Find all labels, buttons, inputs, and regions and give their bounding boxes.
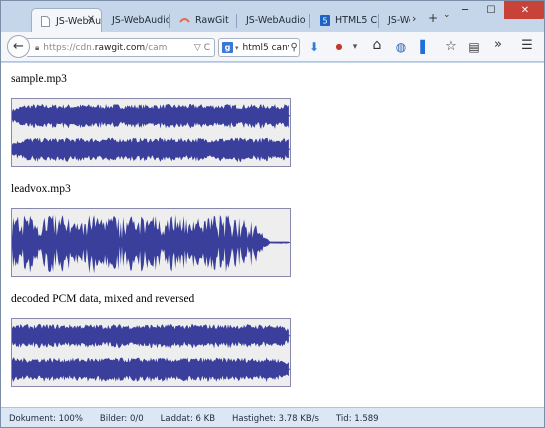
reload-icon[interactable]: ▽ C bbox=[194, 43, 210, 53]
back-arrow-icon: ← bbox=[13, 39, 24, 54]
waveform-sample bbox=[11, 98, 291, 167]
tab-html5[interactable]: 5 HTML5 C... bbox=[311, 9, 379, 32]
tab-js-webaudio-6[interactable]: JS-We bbox=[380, 9, 410, 32]
status-loaded: Laddat: 6 KB bbox=[160, 413, 216, 424]
bookmark-star-icon[interactable]: ☆ bbox=[443, 40, 459, 54]
tab-scroll-right-icon[interactable]: › bbox=[412, 12, 416, 25]
search-engine-dropdown-icon[interactable]: ▾ bbox=[235, 44, 239, 52]
addon-icon[interactable]: ◍ bbox=[393, 40, 409, 54]
section-label-sample: sample.mp3 bbox=[11, 73, 67, 85]
tab-label: JS-WebAudio bbox=[112, 15, 170, 26]
navigation-toolbar: 🔒︎ https://cdn.rawgit.com/cambiata/Hx ▽ … bbox=[1, 32, 544, 62]
section-label-leadvox: leadvox.mp3 bbox=[11, 183, 71, 195]
url-bar[interactable]: 🔒︎ https://cdn.rawgit.com/cambiata/Hx ▽ … bbox=[27, 38, 215, 57]
download-icon[interactable]: ⬇ bbox=[306, 40, 322, 54]
waveform-channel bbox=[12, 137, 289, 163]
tab-separator bbox=[309, 14, 310, 28]
waveform-channel bbox=[12, 104, 289, 129]
tab-list-icon[interactable]: ⌄ bbox=[443, 10, 451, 20]
tab-separator bbox=[169, 14, 170, 28]
google-search-icon[interactable]: g bbox=[222, 42, 233, 53]
status-bar: Dokument: 100% Bilder: 0/0 Laddat: 6 KB … bbox=[1, 407, 544, 427]
url-text: https://cdn.rawgit.com/cambiata/Hx bbox=[43, 42, 168, 53]
waveform-channel bbox=[12, 357, 289, 383]
section-label-decoded-pcm: decoded PCM data, mixed and reversed bbox=[11, 293, 195, 305]
waveform-sample-svg bbox=[12, 104, 290, 163]
maximize-icon[interactable]: ☐ bbox=[478, 1, 504, 19]
tab-label: HTML5 C... bbox=[335, 15, 379, 26]
reading-list-icon[interactable]: ▤ bbox=[466, 40, 482, 54]
lock-icon: 🔒︎ bbox=[35, 42, 40, 52]
minimize-icon[interactable]: ─ bbox=[452, 1, 478, 19]
tab-js-webaudio-2[interactable]: JS-WebAudio bbox=[104, 9, 170, 32]
waveform-decoded-pcm bbox=[11, 318, 291, 387]
tab-label: JS-We bbox=[388, 15, 410, 26]
back-button[interactable]: ← bbox=[7, 35, 30, 58]
tab-rawgit[interactable]: RawGit bbox=[171, 9, 237, 32]
tab-separator bbox=[236, 14, 237, 28]
waveform-decoded-pcm-svg bbox=[12, 324, 290, 383]
svg-text:5: 5 bbox=[322, 17, 327, 26]
status-time: Tid: 1.589 bbox=[336, 413, 379, 424]
status-speed: Hastighet: 3.78 KB/s bbox=[232, 413, 319, 424]
waveform-leadvox bbox=[11, 208, 291, 277]
sidebar-icon[interactable]: ▌ bbox=[417, 40, 433, 54]
browser-window: JS-WebAu... ✕ JS-WebAudio RawGit JS-WebA… bbox=[0, 0, 545, 428]
tab-separator bbox=[378, 14, 379, 28]
waveform-channel bbox=[12, 214, 289, 274]
window-controls: ─ ☐ ✕ bbox=[452, 1, 544, 19]
menu-icon[interactable]: ☰ bbox=[519, 39, 535, 53]
overflow-icon[interactable]: » bbox=[490, 38, 506, 52]
search-query: html5 canv bbox=[242, 42, 289, 53]
tab-strip: JS-WebAu... ✕ JS-WebAudio RawGit JS-WebA… bbox=[1, 1, 544, 33]
tab-label: JS-WebAudio bbox=[246, 15, 306, 26]
tab-label: JS-WebAu... bbox=[56, 15, 102, 27]
tab-close-icon[interactable]: ✕ bbox=[87, 14, 95, 25]
status-document: Dokument: 100% bbox=[9, 413, 83, 424]
page-content: sample.mp3 leadvox.mp3 decoded PCM data,… bbox=[1, 63, 544, 407]
blank-page-icon bbox=[40, 15, 51, 27]
search-bar[interactable]: g ▾ html5 canv ⚲ bbox=[218, 38, 300, 57]
search-icon[interactable]: ⚲ bbox=[291, 42, 298, 53]
tab-js-webaudio-active[interactable]: JS-WebAu... ✕ bbox=[31, 8, 102, 33]
extension-menu-icon[interactable]: ▾ bbox=[347, 40, 363, 54]
rawgit-icon bbox=[179, 15, 190, 26]
status-images: Bilder: 0/0 bbox=[99, 413, 144, 424]
tab-js-webaudio-4[interactable]: JS-WebAudio bbox=[238, 9, 310, 32]
extension-icon[interactable]: ● bbox=[331, 40, 347, 54]
waveform-leadvox-svg bbox=[12, 214, 290, 274]
home-icon[interactable]: ⌂ bbox=[369, 38, 385, 52]
new-tab-icon[interactable]: + bbox=[428, 11, 438, 25]
close-window-icon[interactable]: ✕ bbox=[504, 1, 544, 19]
html5-icon: 5 bbox=[319, 15, 330, 26]
tab-label: RawGit bbox=[195, 15, 229, 26]
